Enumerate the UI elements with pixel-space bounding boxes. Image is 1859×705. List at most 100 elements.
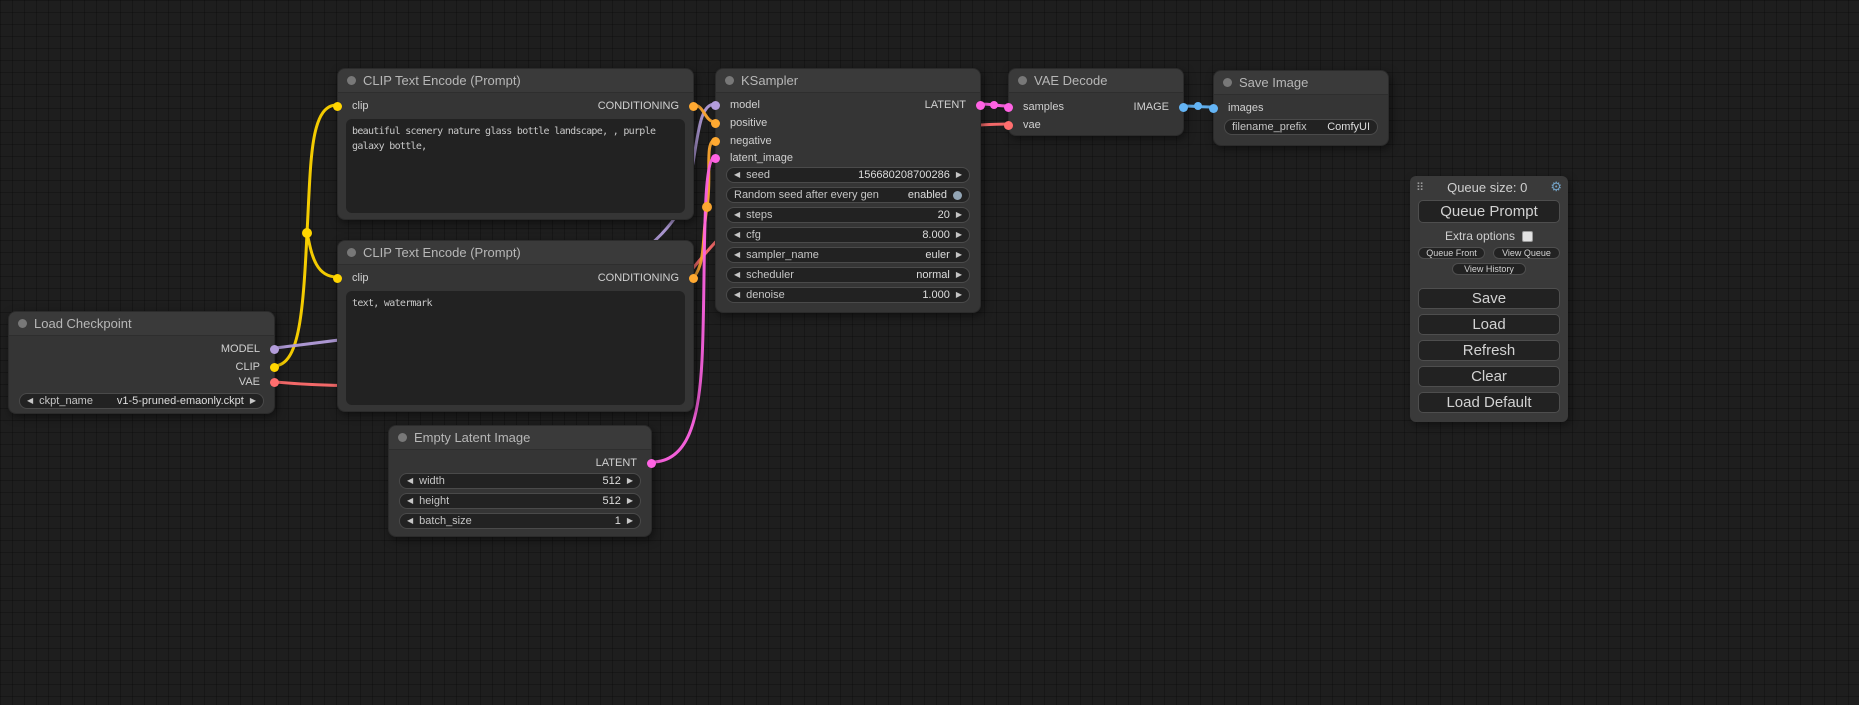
increment-arrow-icon[interactable]: ▶ <box>627 497 633 505</box>
prompt-textarea[interactable]: text, watermark <box>346 291 685 405</box>
slot-label: MODEL <box>221 343 260 355</box>
node-titlebar[interactable]: Load Checkpoint <box>9 312 274 336</box>
increment-arrow-icon[interactable]: ▶ <box>956 271 962 279</box>
view-history-button[interactable]: View History <box>1452 263 1526 275</box>
vae-slot-dot[interactable] <box>270 378 279 387</box>
decrement-arrow-icon[interactable]: ◀ <box>734 291 740 299</box>
widget-denoise[interactable]: ◀ denoise 1.000 ▶ <box>726 287 970 303</box>
load-default-button[interactable]: Load Default <box>1418 392 1560 413</box>
decrement-arrow-icon[interactable]: ◀ <box>407 477 413 485</box>
node-graph-canvas[interactable]: Load Checkpoint MODEL CLIP VAE ◀ ckpt_na… <box>0 0 1859 705</box>
samples-slot-dot[interactable] <box>1004 103 1013 112</box>
refresh-button[interactable]: Refresh <box>1418 340 1560 361</box>
drag-handle-icon[interactable]: ⠿ <box>1416 181 1424 194</box>
input-slot-images: images <box>1214 101 1263 115</box>
output-slot-latent: LATENT <box>596 456 651 470</box>
image-slot-dot[interactable] <box>1179 103 1188 112</box>
conditioning-slot-dot[interactable] <box>689 274 698 283</box>
decrement-arrow-icon[interactable]: ◀ <box>734 271 740 279</box>
queue-front-button[interactable]: Queue Front <box>1418 247 1485 259</box>
collapse-dot[interactable] <box>347 76 356 85</box>
node-clip-text-encode-positive[interactable]: CLIP Text Encode (Prompt) clip CONDITION… <box>337 68 694 220</box>
increment-arrow-icon[interactable]: ▶ <box>956 231 962 239</box>
node-empty-latent-image[interactable]: Empty Latent Image LATENT ◀ width 512 ▶ … <box>388 425 652 537</box>
settings-gear-icon[interactable]: ⚙ <box>1550 179 1562 195</box>
node-ksampler[interactable]: KSampler model positive negative latent_… <box>715 68 981 313</box>
conditioning-slot-dot[interactable] <box>689 102 698 111</box>
widget-height[interactable]: ◀ height 512 ▶ <box>399 493 641 509</box>
increment-arrow-icon[interactable]: ▶ <box>627 477 633 485</box>
node-title: Save Image <box>1239 75 1308 90</box>
node-clip-text-encode-negative[interactable]: CLIP Text Encode (Prompt) clip CONDITION… <box>337 240 694 412</box>
input-slot-samples: samples <box>1009 100 1064 114</box>
decrement-arrow-icon[interactable]: ◀ <box>734 171 740 179</box>
node-titlebar[interactable]: CLIP Text Encode (Prompt) <box>338 69 693 93</box>
extra-options-row: Extra options <box>1410 229 1568 243</box>
widget-filename-prefix[interactable]: filename_prefix ComfyUI <box>1224 119 1378 135</box>
slot-label: clip <box>352 272 369 284</box>
widget-ckpt-name[interactable]: ◀ ckpt_name v1-5-pruned-emaonly.ckpt ▶ <box>19 393 264 409</box>
node-titlebar[interactable]: VAE Decode <box>1009 69 1183 93</box>
node-titlebar[interactable]: KSampler <box>716 69 980 93</box>
widget-random-seed-toggle[interactable]: Random seed after every gen enabled <box>726 187 970 203</box>
widget-label: height <box>419 495 449 507</box>
increment-arrow-icon[interactable]: ▶ <box>956 171 962 179</box>
decrement-arrow-icon[interactable]: ◀ <box>407 517 413 525</box>
clip-slot-dot[interactable] <box>333 102 342 111</box>
model-slot-dot[interactable] <box>711 101 720 110</box>
vae-slot-dot[interactable] <box>1004 121 1013 130</box>
node-titlebar[interactable]: Empty Latent Image <box>389 426 651 450</box>
load-button[interactable]: Load <box>1418 314 1560 335</box>
latent-slot-dot[interactable] <box>976 101 985 110</box>
increment-arrow-icon[interactable]: ▶ <box>956 291 962 299</box>
widget-batch-size[interactable]: ◀ batch_size 1 ▶ <box>399 513 641 529</box>
node-save-image[interactable]: Save Image images filename_prefix ComfyU… <box>1213 70 1389 146</box>
decrement-arrow-icon[interactable]: ◀ <box>734 251 740 259</box>
widget-label: seed <box>746 169 770 181</box>
widget-sampler-name[interactable]: ◀ sampler_name euler ▶ <box>726 247 970 263</box>
collapse-dot[interactable] <box>398 433 407 442</box>
latent-slot-dot[interactable] <box>647 459 656 468</box>
node-load-checkpoint[interactable]: Load Checkpoint MODEL CLIP VAE ◀ ckpt_na… <box>8 311 275 414</box>
widget-value: 1 <box>478 515 621 527</box>
increment-arrow-icon[interactable]: ▶ <box>627 517 633 525</box>
widget-steps[interactable]: ◀ steps 20 ▶ <box>726 207 970 223</box>
collapse-dot[interactable] <box>347 248 356 257</box>
view-queue-button[interactable]: View Queue <box>1493 247 1560 259</box>
widget-seed[interactable]: ◀ seed 156680208700286 ▶ <box>726 167 970 183</box>
negative-slot-dot[interactable] <box>711 137 720 146</box>
decrement-arrow-icon[interactable]: ◀ <box>407 497 413 505</box>
widget-cfg[interactable]: ◀ cfg 8.000 ▶ <box>726 227 970 243</box>
clear-button[interactable]: Clear <box>1418 366 1560 387</box>
collapse-dot[interactable] <box>1018 76 1027 85</box>
collapse-dot[interactable] <box>1223 78 1232 87</box>
increment-arrow-icon[interactable]: ▶ <box>250 397 256 405</box>
latent-image-slot-dot[interactable] <box>711 154 720 163</box>
model-slot-dot[interactable] <box>270 345 279 354</box>
extra-options-checkbox[interactable] <box>1522 231 1533 242</box>
collapse-dot[interactable] <box>725 76 734 85</box>
clip-slot-dot[interactable] <box>333 274 342 283</box>
widget-value: ComfyUI <box>1313 121 1370 133</box>
node-vae-decode[interactable]: VAE Decode samples vae IMAGE <box>1008 68 1184 136</box>
toggle-knob[interactable] <box>953 191 962 200</box>
decrement-arrow-icon[interactable]: ◀ <box>27 397 33 405</box>
node-titlebar[interactable]: Save Image <box>1214 71 1388 95</box>
slot-label: latent_image <box>730 152 793 164</box>
collapse-dot[interactable] <box>18 319 27 328</box>
save-button[interactable]: Save <box>1418 288 1560 309</box>
increment-arrow-icon[interactable]: ▶ <box>956 211 962 219</box>
widget-scheduler[interactable]: ◀ scheduler normal ▶ <box>726 267 970 283</box>
clip-slot-dot[interactable] <box>270 363 279 372</box>
images-slot-dot[interactable] <box>1209 104 1218 113</box>
node-titlebar[interactable]: CLIP Text Encode (Prompt) <box>338 241 693 265</box>
widget-value: 20 <box>778 209 949 221</box>
decrement-arrow-icon[interactable]: ◀ <box>734 211 740 219</box>
node-title: CLIP Text Encode (Prompt) <box>363 245 521 260</box>
queue-prompt-button[interactable]: Queue Prompt <box>1418 200 1560 223</box>
decrement-arrow-icon[interactable]: ◀ <box>734 231 740 239</box>
increment-arrow-icon[interactable]: ▶ <box>956 251 962 259</box>
positive-slot-dot[interactable] <box>711 119 720 128</box>
prompt-textarea[interactable]: beautiful scenery nature glass bottle la… <box>346 119 685 213</box>
widget-width[interactable]: ◀ width 512 ▶ <box>399 473 641 489</box>
